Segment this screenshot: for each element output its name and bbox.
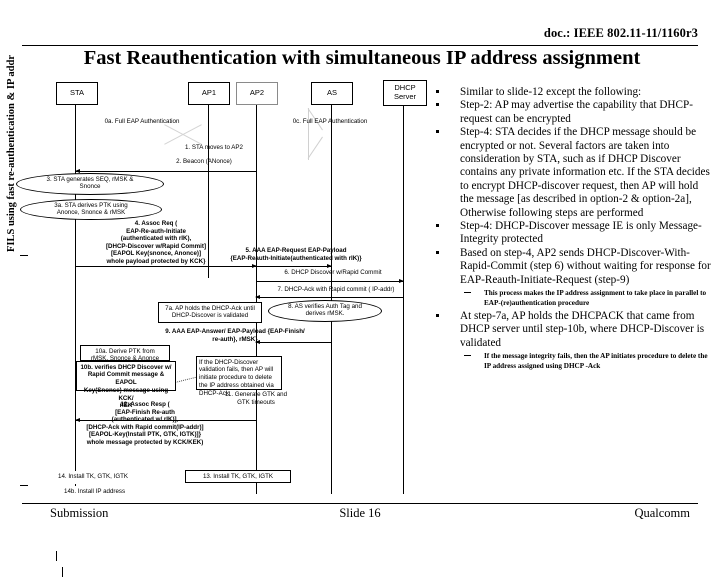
note-3a-sta-derives-ptk: 3a. STA derives PTK using Anonce, Snonce… [20, 199, 162, 220]
bullet-text: At step-7a, AP holds the DHCPACK that ca… [460, 309, 705, 349]
sidebar-tick-bottom [20, 485, 28, 486]
eap-exchange-cross-2 [307, 106, 332, 162]
bullet-item: Step-2: AP may advertise the capability … [428, 99, 714, 126]
document-id: doc.: IEEE 802.11-11/1160r3 [543, 26, 698, 40]
message-7-dhcp-ack: 7. DHCP-Ack with Rapid commit ( IP-addr) [277, 286, 395, 293]
bullet-item: Step-4: DHCP-Discover message IE is only… [428, 220, 714, 247]
header-divider [22, 45, 698, 46]
note-14b-install-ip: 14b. Install IP address [62, 486, 184, 499]
note-13-install-tk: 13. Install TK, GTK, IGTK [185, 470, 291, 483]
bullet-list: Similar to slide-12 except the following… [428, 86, 714, 373]
footer-company: Qualcomm [634, 506, 690, 520]
sequence-diagram: STA AP1 AP2 AS DHCP Server 0a. Full EAP … [16, 80, 427, 577]
sidebar-tick-top [20, 255, 28, 256]
dash-marker-icon [464, 355, 471, 357]
arrow-aaa-eap-answer [255, 340, 331, 345]
footer-divider [22, 503, 698, 504]
message-6-dhcp-discover: 6. DHCP Discover w/Rapid Commit [284, 269, 382, 276]
arrow-dhcp-discover [256, 279, 404, 284]
arrow-assoc-resp [75, 418, 256, 423]
message-2-beacon: 2. Beacon (ANonce) [176, 158, 232, 165]
arrow-aaa-eap-request [256, 264, 332, 269]
entity-as: AS [311, 82, 353, 105]
bullet-text: Similar to slide-12 except the following… [460, 86, 642, 98]
bullet-text: Based on step-4, AP2 sends DHCP-Discover… [460, 246, 711, 286]
note-7a-ap-holds-ack: 7a. AP holds the DHCP-Ack until DHCP-Dis… [158, 302, 262, 323]
sub-bullet-item: If the message integrity fails, then the… [428, 352, 714, 371]
tick-14b [62, 567, 63, 577]
arrow-assoc-req [76, 264, 257, 269]
message-4-assoc-req: 4. Assoc Req ( EAP-Re-auth-Initiate (aut… [105, 220, 207, 265]
bullet-marker-icon [436, 250, 439, 254]
footer-slide-number: Slide 16 [339, 506, 381, 520]
bullet-marker-icon [436, 224, 439, 228]
note-3-sta-generates: 3. STA generates SEQ, rMSK & Snonce [16, 173, 164, 195]
dash-marker-icon [464, 292, 471, 294]
tick-14 [56, 551, 57, 561]
bullet-text: Step-4: STA decides if the DHCP message … [460, 126, 710, 219]
arrow-beacon [75, 169, 256, 174]
footer: Submission Slide 16 Qualcomm [22, 506, 698, 526]
bullet-item: At step-7a, AP holds the DHCPACK that ca… [428, 310, 714, 350]
bullet-item: Step-4: STA decides if the DHCP message … [428, 126, 714, 220]
bullet-marker-icon [436, 103, 439, 107]
sidebar-vertical-label: FILS using fast re-authentication & IP a… [6, 55, 17, 252]
slide: doc.: IEEE 802.11-11/1160r3 Fast Reauthe… [0, 0, 720, 577]
page-title: Fast Reauthentication with simultaneous … [83, 47, 641, 69]
arrow-dhcp-ack [255, 295, 403, 300]
message-5-aaa-eap-request: 5. AAA EAP-Request EAP-Payload {EAP-Reau… [230, 247, 362, 262]
entity-ap1: AP1 [188, 82, 230, 105]
message-12-assoc-resp: 12. Assoc Resp ( [EAP-Finish Re-auth (au… [86, 401, 204, 446]
note-10a-derive-ptk: 10a. Derive PTK from rMSK, Snonce & Anon… [80, 345, 170, 362]
message-0a: 0a. Full EAP Authentication [104, 118, 180, 125]
bullet-marker-icon [436, 90, 439, 93]
entity-dhcp-server: DHCP Server [383, 80, 427, 106]
bullet-item: Based on step-4, AP2 sends DHCP-Discover… [428, 247, 714, 287]
note-14-install-tk: 14. Install TK, GTK, IGTK [56, 471, 178, 484]
sub-bullet-item: This process makes the IP address assign… [428, 289, 714, 308]
note-10b-verifies-dhcp: 10b. verifies DHCP Discover w/ Rapid Com… [76, 361, 176, 409]
bullet-text: Step-4: DHCP-Discover message IE is only… [460, 220, 702, 246]
sub-bullet-text: This process makes the IP address assign… [484, 289, 707, 307]
message-9-aaa-eap-answer: 9. AAA EAP-Answer/ EAP-Payload {EAP-Fini… [165, 328, 305, 343]
bullet-marker-icon [436, 130, 439, 134]
entity-ap2: AP2 [236, 82, 278, 105]
message-0c: 0c. Full EAP Authentication [292, 118, 368, 125]
entity-sta: STA [56, 82, 98, 105]
note-dhcp-validation-failure: If the DHCP-Discover validation fails, t… [196, 356, 282, 397]
bullet-marker-icon [436, 313, 439, 317]
bullet-text: Step-2: AP may advertise the capability … [460, 99, 693, 125]
note-8-as-verifies: 8. AS verifies Auth Tag and derives rMSK… [268, 300, 382, 322]
sub-bullet-text: If the message integrity fails, then the… [484, 352, 708, 370]
message-1-sta-moves: 1. STA moves to AP2 [184, 144, 243, 151]
eap-exchange-cross-1 [162, 106, 204, 162]
lifeline-dhcp [403, 104, 404, 494]
bullet-item: Similar to slide-12 except the following… [428, 86, 714, 99]
